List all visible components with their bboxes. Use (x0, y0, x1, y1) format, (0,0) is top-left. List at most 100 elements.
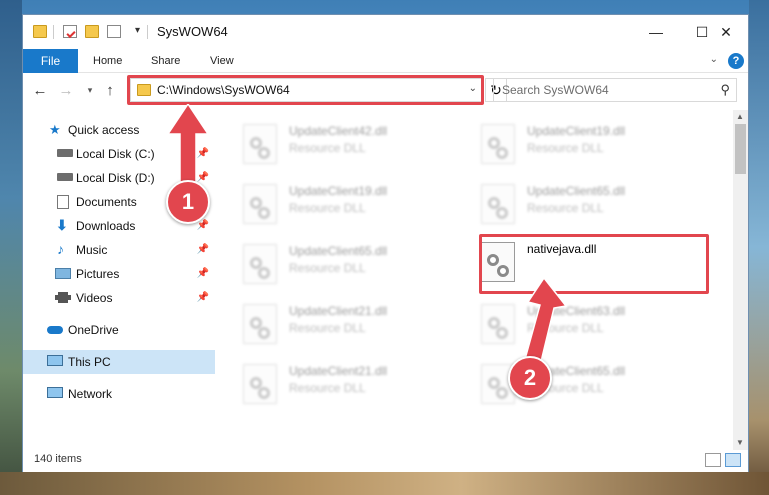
dll-file-icon (243, 304, 277, 344)
file-name: UpdateClient19.dll (527, 124, 626, 138)
sidebar-item-label: Pictures (76, 267, 120, 281)
file-type: Resource DLL (289, 261, 366, 275)
sidebar-item-label: Videos (76, 291, 113, 305)
music-icon: ♪ (57, 241, 64, 257)
file-type: Resource DLL (289, 321, 366, 335)
step-badge-1: 1 (166, 180, 210, 224)
step-badge-2: 2 (508, 356, 552, 400)
sidebar-item-onedrive[interactable]: OneDrive (23, 318, 215, 342)
tab-home[interactable]: Home (93, 49, 122, 73)
sidebar-item-label: Local Disk (D:) (76, 171, 155, 185)
dll-file-icon (243, 184, 277, 224)
chevron-down-icon[interactable]: ▾ (135, 25, 140, 36)
sidebar-item-label: Quick access (68, 123, 140, 137)
file-item[interactable]: UpdateClient19.dll Resource DLL (243, 182, 473, 234)
tab-view[interactable]: View (210, 49, 234, 73)
desktop-background-left (0, 0, 22, 495)
help-button[interactable]: ? (728, 53, 744, 69)
sidebar-item-this-pc[interactable]: This PC (23, 350, 215, 374)
title-bar: ▾ SysWOW64 — ☐ ✕ (23, 15, 748, 49)
pin-icon[interactable]: 📌 (197, 244, 209, 255)
network-icon (47, 387, 63, 398)
navigation-bar: ← → ▾ ↑ C:\Windows\SysWOW64 ⌄ ↻ Search S… (23, 74, 748, 107)
download-icon: ⬇ (56, 217, 68, 233)
file-name: UpdateClient65.dll (289, 244, 388, 258)
documents-icon (57, 195, 69, 209)
desktop-background-right (749, 0, 769, 495)
tab-share[interactable]: Share (151, 49, 180, 73)
tab-file[interactable]: File (23, 49, 78, 73)
sidebar-item-label: This PC (68, 355, 111, 369)
new-folder-icon[interactable] (85, 25, 99, 38)
star-icon: ★ (49, 122, 61, 137)
close-button[interactable]: ✕ (703, 15, 749, 49)
drive-icon (57, 173, 73, 181)
pictures-icon (55, 268, 71, 279)
pin-icon[interactable]: 📌 (197, 292, 209, 303)
file-type: Resource DLL (289, 141, 366, 155)
dll-file-icon (481, 124, 515, 164)
sidebar-item-label: OneDrive (68, 323, 119, 337)
sidebar-item-network[interactable]: Network (23, 382, 215, 406)
file-type: Resource DLL (527, 201, 604, 215)
minimize-button[interactable]: — (633, 15, 679, 49)
videos-icon (55, 292, 71, 303)
title-separator (147, 25, 148, 39)
back-arrow-icon[interactable]: ← (31, 80, 49, 100)
search-icon: ⚲ (720, 82, 730, 97)
file-item[interactable]: UpdateClient21.dll Resource DLL (243, 362, 473, 414)
recent-locations-chevron-icon[interactable]: ▾ (81, 80, 99, 100)
item-count: 140 items (34, 453, 82, 465)
large-icons-view-icon[interactable] (725, 453, 741, 467)
file-item[interactable]: UpdateClient21.dll Resource DLL (243, 302, 473, 354)
dll-file-icon (243, 364, 277, 404)
window-title: SysWOW64 (157, 24, 228, 39)
desktop-background-bottom (0, 472, 769, 495)
sidebar-item-label: Network (68, 387, 113, 401)
customize-quick-access-icon[interactable] (107, 25, 121, 38)
file-item[interactable]: UpdateClient42.dll Resource DLL (243, 122, 473, 174)
dll-file-icon (243, 124, 277, 164)
chevron-down-icon[interactable]: ⌄ (710, 54, 718, 65)
sidebar-item-videos[interactable]: Videos 📌 (23, 286, 215, 310)
sidebar-item-music[interactable]: ♪ Music 📌 (23, 238, 215, 262)
drive-icon (57, 149, 73, 157)
details-view-icon[interactable] (705, 453, 721, 467)
sidebar-item-label: Downloads (76, 219, 136, 233)
search-placeholder: Search SysWOW64 (502, 83, 609, 97)
address-highlight-box (127, 75, 484, 105)
computer-icon (47, 355, 63, 366)
dll-file-icon (481, 184, 515, 224)
file-type: Resource DLL (527, 141, 604, 155)
file-item[interactable]: UpdateClient65.dll Resource DLL (243, 242, 473, 294)
file-item[interactable]: UpdateClient65.dll Resource DLL (481, 182, 711, 234)
file-name: UpdateClient21.dll (289, 364, 388, 378)
file-explorer-window: ▾ SysWOW64 — ☐ ✕ File Home Share View ⌄ … (22, 14, 749, 472)
file-name: UpdateClient65.dll (527, 184, 626, 198)
pin-icon[interactable]: 📌 (197, 220, 209, 231)
file-type: Resource DLL (289, 201, 366, 215)
scroll-down-icon[interactable]: ▼ (736, 438, 744, 447)
cloud-icon (47, 326, 63, 334)
file-name: UpdateClient19.dll (289, 184, 388, 198)
up-arrow-icon[interactable]: ↑ (101, 80, 119, 100)
sidebar-item-label: Music (76, 243, 108, 257)
ribbon: File Home Share View ⌄ ? (23, 49, 748, 73)
file-type: Resource DLL (289, 381, 366, 395)
properties-icon[interactable] (63, 25, 77, 38)
file-item[interactable]: UpdateClient19.dll Resource DLL (481, 122, 711, 174)
scroll-up-icon[interactable]: ▲ (736, 112, 744, 121)
status-bar: 140 items (23, 450, 748, 472)
toolbar-separator (53, 25, 54, 39)
sidebar-item-label: Documents (76, 195, 137, 209)
file-name: UpdateClient42.dll (289, 124, 388, 138)
search-input[interactable]: Search SysWOW64 ⚲ (493, 78, 737, 102)
file-name: UpdateClient21.dll (289, 304, 388, 318)
sidebar-item-pictures[interactable]: Pictures 📌 (23, 262, 215, 286)
scrollbar-thumb[interactable] (735, 124, 746, 174)
folder-icon (33, 25, 47, 38)
vertical-scrollbar[interactable]: ▲ ▼ (733, 110, 748, 450)
pin-icon[interactable]: 📌 (197, 268, 209, 279)
dll-file-icon (243, 244, 277, 284)
forward-arrow-icon[interactable]: → (57, 80, 75, 100)
